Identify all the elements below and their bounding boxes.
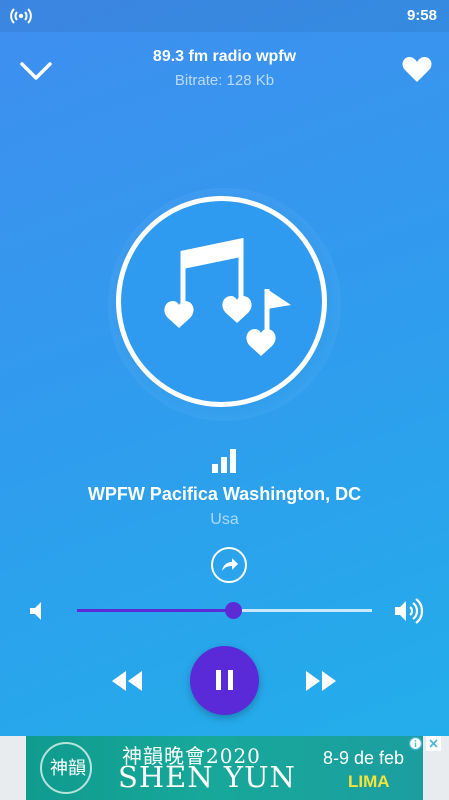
ad-close-icon[interactable]	[426, 736, 441, 751]
station-country: Usa	[210, 511, 239, 528]
ad-city: LIMA	[348, 772, 390, 791]
ad-info-icon[interactable]	[408, 736, 423, 751]
radio-broadcast-icon	[10, 8, 32, 24]
station-artwork	[116, 196, 327, 407]
station-title: 89.3 fm radio wpfw	[152, 48, 297, 65]
ad-creative[interactable]: 神韻 神韻晚會2020 SHEN YUN 8-9 de feb LIMA	[26, 736, 423, 800]
chevron-down-icon	[20, 62, 52, 80]
bitrate-label: Bitrate: 128 Kb	[174, 72, 275, 89]
ad-title: SHEN YUN	[118, 760, 296, 794]
collapse-button[interactable]	[18, 56, 54, 84]
status-bar: 9:58	[0, 0, 449, 32]
fast-forward-icon[interactable]	[304, 669, 338, 693]
ad-banner[interactable]: 神韻 神韻晚會2020 SHEN YUN 8-9 de feb LIMA	[0, 736, 449, 800]
status-time: 9:58	[406, 7, 437, 24]
station-name: WPFW Pacifica Washington, DC	[87, 484, 362, 504]
volume-slider-fill	[77, 609, 234, 612]
pause-button[interactable]	[190, 646, 259, 715]
volume-slider-thumb[interactable]	[225, 602, 243, 619]
share-arrow-icon	[222, 558, 238, 571]
favorite-button[interactable]	[401, 54, 433, 84]
signal-bars-icon	[212, 449, 236, 473]
volume-low-icon[interactable]	[28, 600, 48, 622]
ad-date: 8-9 de feb	[323, 748, 405, 768]
ad-logo-text: 神韻	[50, 758, 86, 779]
share-button[interactable]	[211, 547, 247, 583]
music-notes-hearts-icon	[164, 237, 291, 356]
heart-icon	[402, 57, 432, 82]
volume-slider[interactable]	[77, 602, 372, 619]
rewind-icon[interactable]	[110, 669, 144, 693]
volume-high-icon[interactable]	[394, 598, 424, 624]
